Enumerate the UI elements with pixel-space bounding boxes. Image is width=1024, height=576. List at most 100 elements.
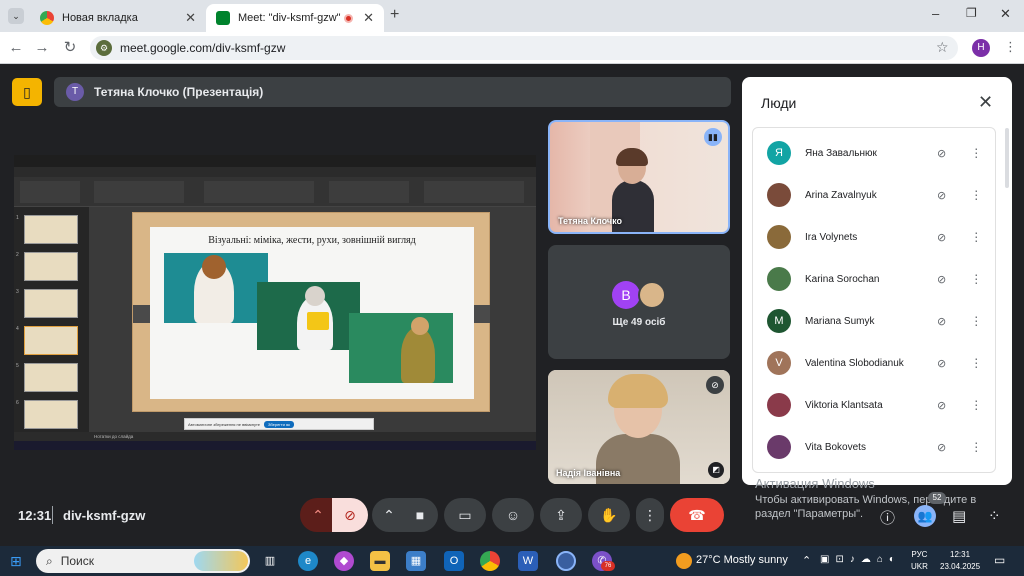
more-options-icon[interactable]: ⋮ (970, 188, 982, 202)
file-explorer-icon[interactable]: ▬ (370, 551, 390, 571)
more-options-icon[interactable]: ⋮ (970, 398, 982, 412)
scrollbar[interactable] (1005, 128, 1009, 188)
more-options-icon[interactable]: ⋮ (970, 146, 982, 160)
participant-row[interactable]: V Valentina Slobodianuk ⊘ ⋮ (753, 342, 997, 384)
chrome-profile-icon[interactable] (556, 551, 576, 571)
participant-row[interactable]: Я Яна Завальнюк ⊘ ⋮ (753, 132, 997, 174)
save-as-button[interactable]: Зберегти як (263, 420, 294, 428)
url-field[interactable]: ⚙ meet.google.com/div-ksmf-gzw (90, 36, 958, 60)
participant-row[interactable]: Ira Volynets ⊘ ⋮ (753, 216, 997, 258)
shared-screen-taskbar (14, 441, 536, 450)
video-tile-others[interactable]: B Ще 49 осіб (548, 245, 730, 359)
bookmark-star-icon[interactable]: ☆ (936, 39, 949, 56)
language-indicator[interactable]: РУС UKR (911, 549, 928, 573)
participant-avatar: M (767, 309, 791, 333)
close-icon[interactable]: ✕ (363, 10, 374, 26)
participant-row[interactable]: M Mariana Sumyk ⊘ ⋮ (753, 300, 997, 342)
more-participants-label: Ще 49 осіб (612, 317, 666, 328)
meet-activity-icon[interactable]: ▯ (12, 78, 42, 106)
more-options-icon[interactable]: ⋮ (970, 440, 982, 454)
participant-row[interactable]: Vita Bokovets ⊘ ⋮ (753, 426, 997, 468)
browser-tab-bar: ⌄ Новая вкладка ✕ Meet: "div-ksmf-gzw" ✕… (0, 0, 1024, 32)
close-icon[interactable]: ✕ (978, 92, 993, 113)
tray-icons[interactable]: ▣⊡♪☁⌂◐ (820, 554, 901, 565)
participant-row[interactable]: Arina Zavalnyuk ⊘ ⋮ (753, 174, 997, 216)
minimize-icon[interactable]: – (932, 6, 939, 21)
mic-off-icon: ⊘ (706, 376, 724, 394)
back-icon[interactable]: ← (6, 38, 26, 58)
menu-kebab-icon[interactable]: ⋮ (1004, 39, 1017, 55)
restore-icon[interactable]: ❐ (966, 6, 977, 20)
captions-button[interactable]: ▭ (444, 498, 486, 532)
activities-icon[interactable]: ⁘ (988, 507, 1001, 525)
notifications-icon[interactable]: ▭ (994, 553, 1005, 567)
participant-avatar (767, 183, 791, 207)
slide-thumbnail (24, 289, 78, 318)
camera-options-button[interactable]: ⌃ (372, 498, 406, 532)
windows-start-icon[interactable]: ⊞ (10, 553, 26, 569)
participant-avatar: Я (767, 141, 791, 165)
people-icon[interactable]: 👥 (914, 505, 936, 527)
tray-chevron-icon[interactable]: ⌃ (802, 554, 811, 567)
chat-icon[interactable]: ▤ (952, 507, 966, 525)
edge-icon[interactable]: e (298, 551, 318, 571)
new-tab-button[interactable]: + (390, 6, 399, 24)
mic-options-button[interactable]: ⌃ (300, 498, 336, 532)
participant-avatar (767, 225, 791, 249)
mic-off-icon: ⊘ (937, 399, 947, 412)
word-icon[interactable]: W (518, 551, 538, 571)
system-clock[interactable]: 12:31 23.04.2025 (940, 549, 980, 573)
raise-hand-button[interactable]: ✋ (588, 498, 630, 532)
more-options-button[interactable]: ⋮ (636, 498, 664, 532)
close-icon[interactable]: ✕ (185, 10, 196, 26)
participant-name: Яна Завальнюк (805, 147, 877, 159)
mic-off-icon: ⊘ (937, 357, 947, 370)
copilot-icon[interactable]: ◆ (334, 551, 354, 571)
recording-icon (344, 13, 354, 23)
tab-search-icon[interactable]: ⌄ (8, 8, 24, 24)
meeting-info-icon[interactable]: ⓘ (880, 507, 895, 528)
video-tile-participant[interactable]: ⊘ ◩ Надія Іванівна (548, 370, 730, 484)
mic-off-icon: ⊘ (937, 441, 947, 454)
video-tile-presenter[interactable]: ▮▮ Тетяна Клочко (548, 120, 730, 234)
camera-toggle-button[interactable]: ■ (402, 498, 438, 532)
slide-thumbnail (24, 215, 78, 244)
participant-row[interactable]: Karina Sorochan ⊘ ⋮ (753, 258, 997, 300)
profile-avatar[interactable]: H (972, 39, 990, 57)
teacher-photo (164, 253, 268, 323)
chrome-icon (40, 11, 54, 25)
more-options-icon[interactable]: ⋮ (970, 230, 982, 244)
weather-widget[interactable]: 27°C Mostly sunny (696, 554, 788, 566)
mic-toggle-button[interactable]: ⊘ (332, 498, 368, 532)
autosave-notification: Автоматичне збереження не ввімкнуте Збер… (184, 418, 374, 430)
presenter-avatar: Т (66, 83, 84, 101)
window-close-icon[interactable]: ✕ (1000, 6, 1011, 22)
presenter-bar: Т Тетяна Клочко (Презентація) (54, 77, 731, 107)
tab-meet[interactable]: Meet: "div-ksmf-gzw" ✕ (206, 4, 384, 32)
task-view-icon[interactable]: ▥ (260, 551, 280, 571)
panel-title: Люди (761, 95, 797, 111)
mic-off-icon: ⊘ (937, 189, 947, 202)
mic-off-icon: ⊘ (937, 231, 947, 244)
more-options-icon[interactable]: ⋮ (970, 356, 982, 370)
emoji-reactions-button[interactable]: ☺ (492, 498, 534, 532)
slide-thumbnails: 1 2 3 4 5 6 (14, 207, 89, 432)
more-options-icon[interactable]: ⋮ (970, 272, 982, 286)
forward-icon[interactable]: → (32, 38, 52, 58)
address-bar-row: ← → ↻ ⚙ meet.google.com/div-ksmf-gzw ☆ H… (0, 32, 1024, 64)
present-screen-button[interactable]: ⇪ (540, 498, 582, 532)
leave-call-button[interactable]: ☎ (670, 498, 724, 532)
taskbar-search-input[interactable]: ⌕ Поиск (36, 549, 250, 573)
chrome-icon[interactable] (480, 551, 500, 571)
site-info-icon[interactable]: ⚙ (96, 40, 112, 56)
outlook-icon[interactable]: O (444, 551, 464, 571)
participant-row[interactable]: Viktoria Klantsata ⊘ ⋮ (753, 384, 997, 426)
store-icon[interactable]: ▦ (406, 551, 426, 571)
pip-icon[interactable]: ◩ (708, 462, 724, 478)
reload-icon[interactable]: ↻ (60, 38, 80, 58)
participant-avatar (767, 267, 791, 291)
slide-thumbnail (24, 252, 78, 281)
mic-off-icon: ⊘ (937, 315, 947, 328)
more-options-icon[interactable]: ⋮ (970, 314, 982, 328)
tab-new-tab[interactable]: Новая вкладка ✕ (30, 4, 206, 32)
